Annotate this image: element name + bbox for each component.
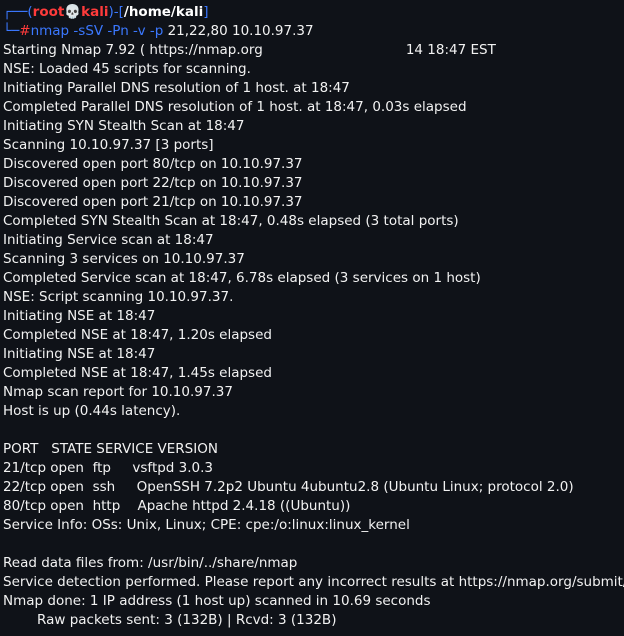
output-line: Completed Service scan at 18:47, 6.78s e…: [3, 270, 481, 286]
output-line: Nmap scan report for 10.10.97.37: [3, 384, 233, 400]
port-table-row: 21/tcp open ftp vsftpd 3.0.3: [3, 460, 214, 476]
prompt-box-bottom: └─: [3, 23, 20, 39]
prompt-host: kali: [81, 4, 109, 20]
prompt-hash: #: [19, 23, 31, 39]
skull-icon: 💀: [64, 4, 82, 20]
command-args: 21,22,80 10.10.97.37: [163, 23, 314, 39]
start-text: Starting Nmap 7.92 ( https://nmap.org: [3, 42, 263, 58]
terminal-window[interactable]: ┌──(root💀kali)-[/home/kali] └─#nmap -sSV…: [0, 0, 624, 636]
output-line: Initiating Parallel DNS resolution of 1 …: [3, 80, 350, 96]
output-line: Discovered open port 21/tcp on 10.10.97.…: [3, 194, 303, 210]
prompt-box-end: ]: [203, 4, 209, 20]
output-line: Completed SYN Stealth Scan at 18:47, 0.4…: [3, 213, 459, 229]
output-line: Nmap done: 1 IP address (1 host up) scan…: [3, 593, 431, 609]
output-line: Scanning 3 services on 10.10.97.37: [3, 251, 245, 267]
output-line: NSE: Script scanning 10.10.97.37.: [3, 289, 234, 305]
output-line: Initiating Service scan at 18:47: [3, 232, 214, 248]
service-info-line: Service Info: OSs: Unix, Linux; CPE: cpe…: [3, 517, 410, 533]
port-table-row: 80/tcp open http Apache httpd 2.4.18 ((U…: [3, 498, 351, 514]
output-line: Scanning 10.10.97.37 [3 ports]: [3, 137, 214, 153]
output-line: Completed Parallel DNS resolution of 1 h…: [3, 99, 467, 115]
output-line: Completed NSE at 18:47, 1.45s elapsed: [3, 365, 272, 381]
command-line[interactable]: └─#nmap -sSV -Pn -v -p 21,22,80 10.10.97…: [3, 22, 624, 41]
output-line-start: Starting Nmap 7.92 ( https://nmap.org 14 …: [3, 41, 624, 60]
port-table-header: PORT STATE SERVICE VERSION: [3, 441, 218, 457]
output-line: Discovered open port 80/tcp on 10.10.97.…: [3, 156, 303, 172]
output-line: Read data files from: /usr/bin/../share/…: [3, 555, 298, 571]
output-line: NSE: Loaded 45 scripts for scanning.: [3, 61, 251, 77]
prompt-box-top: ┌──(: [3, 4, 33, 20]
port-table-row: 22/tcp open ssh OpenSSH 7.2p2 Ubuntu 4ub…: [3, 479, 574, 495]
prompt-box-mid: )-[: [108, 4, 124, 20]
output-line: Host is up (0.44s latency).: [3, 403, 181, 419]
start-time: 14 18:47 EST: [405, 42, 496, 58]
output-line: Completed NSE at 18:47, 1.20s elapsed: [3, 327, 272, 343]
output-line: Initiating NSE at 18:47: [3, 308, 156, 324]
command-name: nmap: [30, 23, 70, 39]
output-line: Initiating NSE at 18:47: [3, 346, 156, 362]
prompt-header: ┌──(root💀kali)-[/home/kali]: [3, 3, 624, 22]
output-line: Initiating SYN Stealth Scan at 18:47: [3, 118, 245, 134]
prompt-user: root: [32, 4, 65, 20]
command-flags: -sSV -Pn -v -p: [69, 23, 164, 39]
prompt-path: /home/kali: [123, 4, 204, 20]
raw-packets-line: Raw packets sent: 3 (132B) | Rcvd: 3 (13…: [37, 612, 337, 628]
output-line: Service detection performed. Please repo…: [3, 574, 624, 590]
output-line: Discovered open port 22/tcp on 10.10.97.…: [3, 175, 303, 191]
